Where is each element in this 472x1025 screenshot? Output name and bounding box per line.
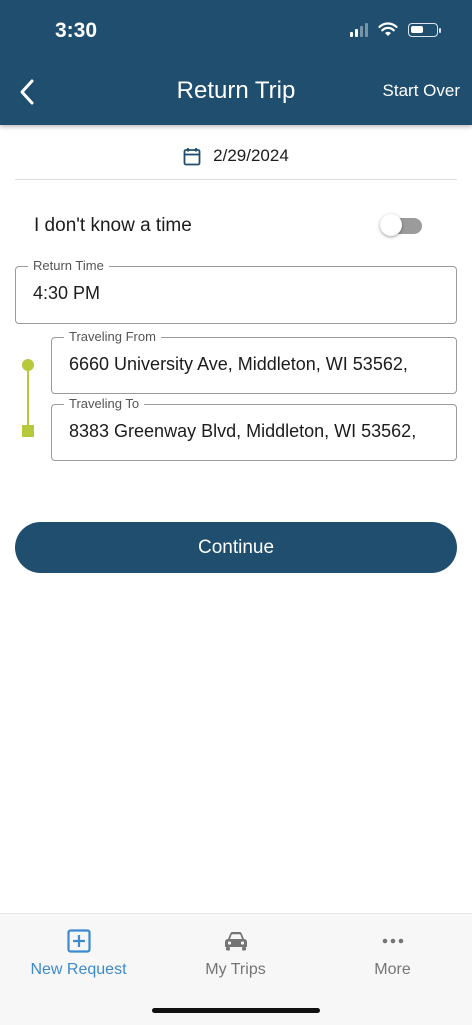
wifi-icon: [378, 22, 398, 36]
start-over-button[interactable]: Start Over: [383, 81, 460, 101]
traveling-from-value: 6660 University Ave, Middleton, WI 53562…: [69, 354, 408, 374]
date-value: 2/29/2024: [213, 146, 289, 165]
traveling-to-label: Traveling To: [64, 396, 145, 412]
traveling-from-label: Traveling From: [64, 329, 161, 345]
battery-fill: [411, 26, 423, 33]
status-icons: [350, 22, 441, 37]
route-destination-square: [22, 425, 34, 437]
continue-button[interactable]: Continue: [15, 522, 457, 573]
traveling-to-value: 8383 Greenway Blvd, Middleton, WI 53562,: [69, 421, 417, 441]
tab-more[interactable]: More: [314, 926, 471, 979]
cellular-signal-icon: [350, 23, 368, 37]
car-icon: [224, 932, 247, 951]
status-time: 3:30: [55, 19, 98, 42]
tab-my-trips[interactable]: My Trips: [157, 926, 314, 979]
plus-square-icon: [66, 929, 91, 953]
return-time-field[interactable]: Return Time 4:30 PM: [15, 258, 457, 324]
traveling-from-field[interactable]: Traveling From 6660 University Ave, Midd…: [51, 329, 457, 394]
tab-more-label: More: [374, 961, 411, 978]
date-selector[interactable]: 2/29/2024: [0, 142, 472, 170]
return-time-value: 4:30 PM: [33, 283, 101, 303]
app-header: 3:30 Return Trip Start Over: [0, 0, 472, 125]
unknown-time-label: I don't know a time: [34, 215, 192, 236]
return-time-label: Return Time: [28, 258, 109, 274]
tab-new-request[interactable]: New Request: [0, 926, 157, 979]
toggle-knob: [380, 214, 402, 236]
battery-icon: [408, 23, 441, 37]
home-indicator: [152, 1008, 320, 1013]
tab-new-request-label: New Request: [30, 961, 127, 978]
tab-my-trips-label: My Trips: [205, 961, 266, 978]
traveling-to-field[interactable]: Traveling To 8383 Greenway Blvd, Middlet…: [51, 396, 457, 461]
more-dots-icon: [382, 938, 403, 944]
unknown-time-toggle[interactable]: [380, 214, 422, 236]
calendar-icon: [183, 147, 201, 165]
route-line: [27, 368, 29, 428]
divider: [15, 179, 457, 180]
